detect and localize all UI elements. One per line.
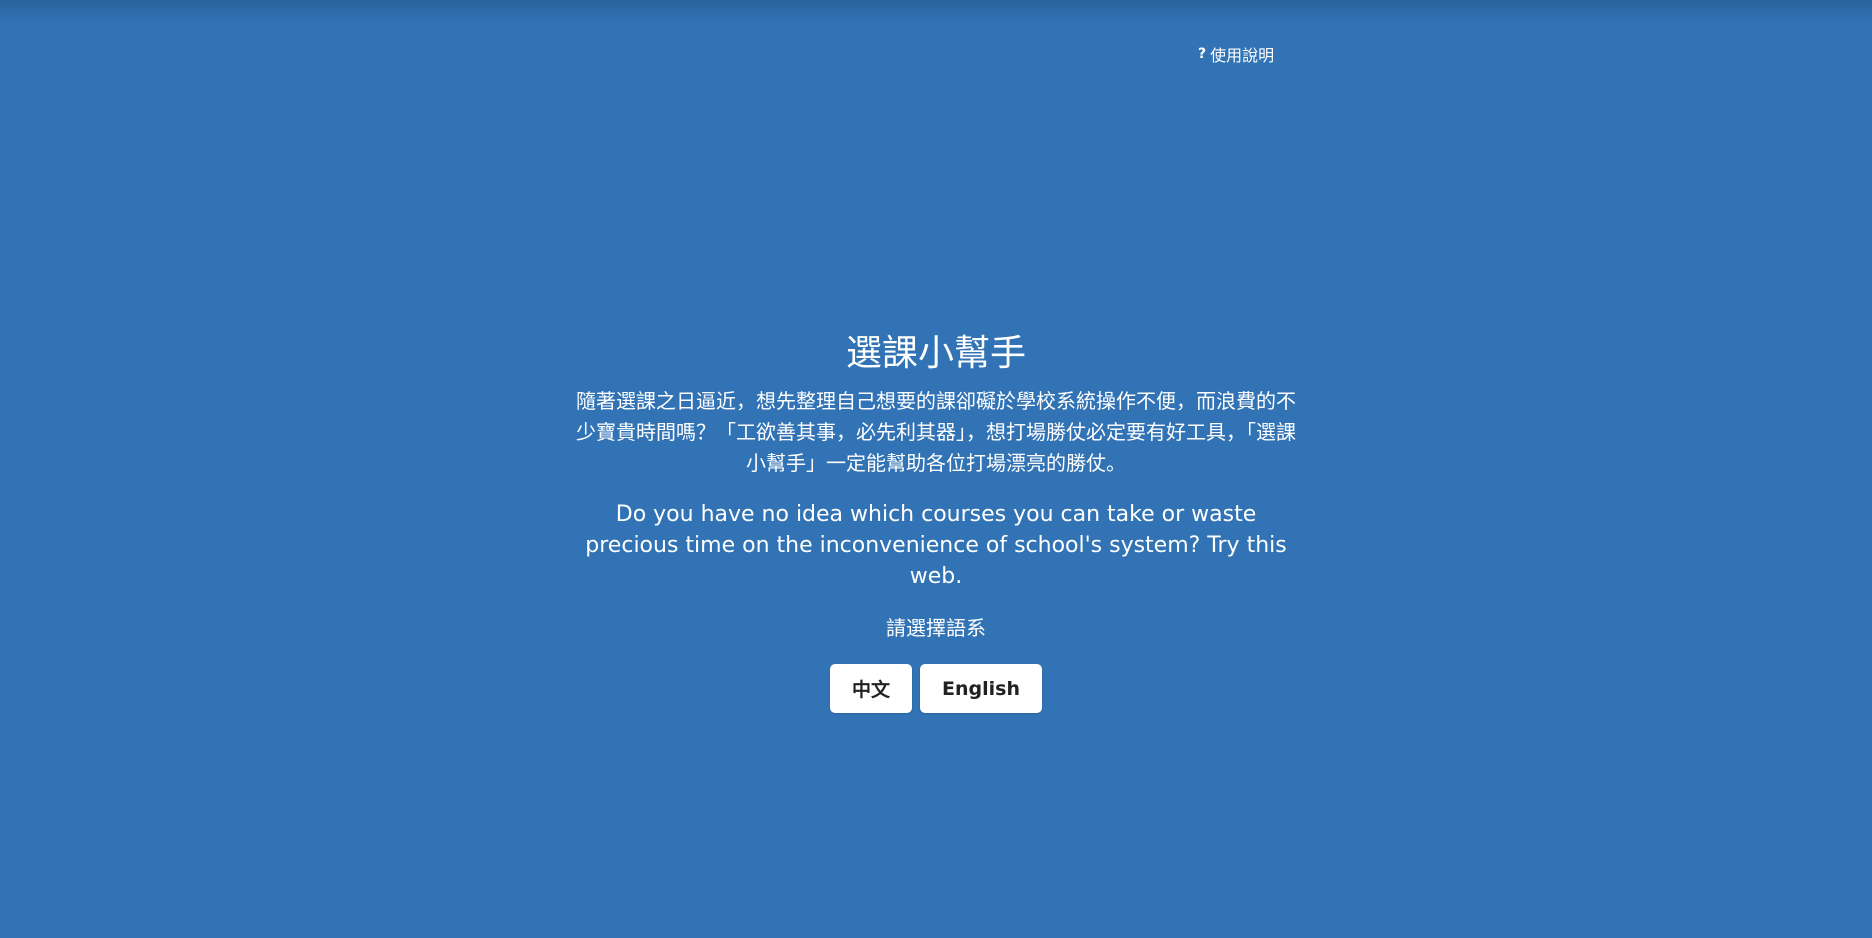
description-chinese: 隨著選課之日逼近，想先整理自己想要的課卻礙於學校系統操作不便，而浪費的不少寶貴時… (576, 389, 1296, 475)
top-bar-shadow (0, 0, 1872, 22)
english-language-button[interactable]: English (920, 664, 1042, 713)
description-english: Do you have no idea which courses you ca… (585, 502, 1287, 589)
intro-section: 選課小幫手 隨著選課之日逼近，想先整理自己想要的課卻礙於學校系統操作不便，而浪費… (0, 330, 1872, 713)
chinese-language-button[interactable]: 中文 (830, 664, 913, 713)
question-mark-icon: ? (1198, 46, 1207, 62)
help-link-label: 使用說明 (1210, 46, 1275, 65)
page-title: 選課小幫手 (845, 333, 1026, 374)
help-link[interactable]: ? 使用說明 (1198, 42, 1274, 66)
language-button-group: 中文 English (0, 664, 1872, 713)
choose-language-label: 請選擇語系 (886, 616, 986, 640)
